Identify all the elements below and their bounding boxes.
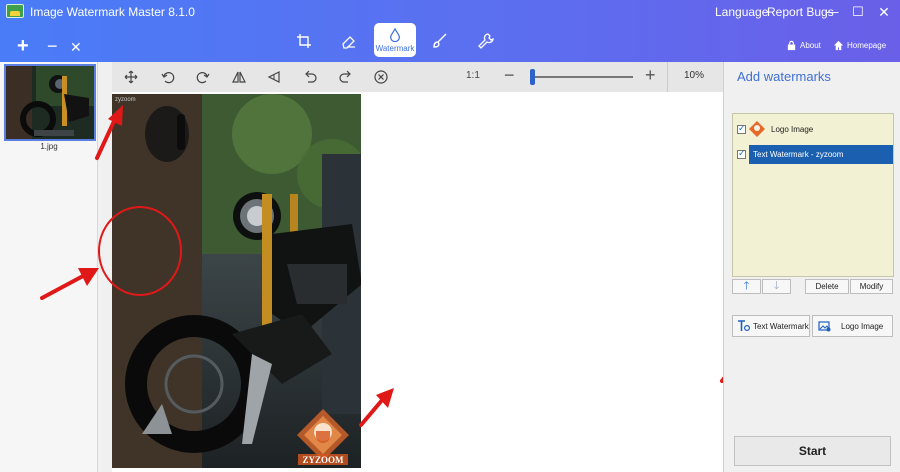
watermark-list[interactable]: Logo Image Text Watermark - zyzoom xyxy=(732,113,894,277)
flip-vertical-button[interactable] xyxy=(264,67,284,87)
zoom-out-button[interactable]: − xyxy=(504,65,515,86)
tab-brush[interactable] xyxy=(425,26,455,56)
brush-icon xyxy=(433,33,447,48)
redo-icon xyxy=(339,70,351,83)
homepage-link[interactable]: Homepage xyxy=(833,40,886,51)
droplet-icon xyxy=(390,27,400,42)
tab-watermark-label: Watermark xyxy=(375,43,415,53)
zyzoom-logo-picture: ZYZOOM xyxy=(297,409,349,465)
app-window: Image Watermark Master 8.1.0 Language Re… xyxy=(0,0,900,472)
undo-icon xyxy=(305,70,317,83)
flip-horizontal-icon xyxy=(232,71,246,83)
rotate-left-button[interactable] xyxy=(158,67,178,87)
language-menu[interactable]: Language xyxy=(715,5,768,19)
home-icon xyxy=(833,40,844,51)
reset-button[interactable] xyxy=(371,67,391,87)
thumbnail-image[interactable] xyxy=(4,64,96,141)
wrench-icon xyxy=(478,33,494,49)
move-up-button[interactable]: 🡑 xyxy=(732,279,761,294)
add-image-icon[interactable]: + xyxy=(17,36,29,56)
move-tool-button[interactable] xyxy=(121,67,141,87)
thumbnail-filename: 1.jpg xyxy=(40,142,58,151)
panel-title: Add watermarks xyxy=(737,69,831,84)
tab-crop[interactable] xyxy=(289,26,319,56)
crop-icon xyxy=(297,34,311,48)
logo-checkbox[interactable] xyxy=(737,123,746,134)
logo-watermark-overlay[interactable]: ZYZOOM xyxy=(295,407,351,467)
zoom-in-button[interactable]: + xyxy=(645,65,656,86)
annotation-red-circle xyxy=(98,206,182,296)
about-label: About xyxy=(800,41,821,50)
app-title: Image Watermark Master 8.1.0 xyxy=(30,5,195,19)
logo-image-button-label: Logo Image xyxy=(841,321,884,331)
zoom-slider-track[interactable] xyxy=(533,76,633,78)
start-button[interactable]: Start xyxy=(734,436,891,466)
tab-watermark[interactable]: Watermark xyxy=(374,23,416,57)
logo-watermark-text: ZYZOOM xyxy=(302,455,344,465)
watermark-list-item-logo[interactable]: Logo Image xyxy=(735,116,893,142)
watermark-list-item-label: Text Watermark - zyzoom xyxy=(749,144,893,164)
clear-images-icon[interactable]: ✕ xyxy=(70,38,82,56)
modify-button[interactable]: Modify xyxy=(850,279,893,294)
tab-tools[interactable] xyxy=(471,26,501,56)
delete-button[interactable]: Delete xyxy=(805,279,849,294)
move-icon xyxy=(124,70,138,84)
text-watermark-button-label: Text Watermark xyxy=(753,321,809,331)
lock-icon xyxy=(787,40,796,51)
title-bar: Image Watermark Master 8.1.0 Language Re… xyxy=(0,0,900,62)
watermark-list-item-label: Logo Image xyxy=(771,124,814,134)
image-icon xyxy=(818,321,831,332)
cancel-circle-icon xyxy=(374,70,388,84)
tab-eraser[interactable] xyxy=(334,26,364,56)
flip-vertical-icon xyxy=(267,71,280,83)
motorcycle-thumbnail-picture xyxy=(6,66,94,139)
eraser-icon xyxy=(342,36,355,49)
logo-thumbnail-icon xyxy=(749,121,765,137)
close-window-icon[interactable]: ✕ xyxy=(875,3,893,21)
add-logo-image-button[interactable]: Logo Image xyxy=(812,315,893,337)
toolbar-divider xyxy=(667,62,668,92)
rotate-right-button[interactable] xyxy=(193,67,213,87)
redo-button[interactable] xyxy=(336,67,356,87)
about-link[interactable]: About xyxy=(786,40,821,51)
remove-image-icon[interactable]: − xyxy=(47,36,58,56)
undo-button[interactable] xyxy=(300,67,320,87)
zoom-actual-size-button[interactable]: 1:1 xyxy=(466,70,480,81)
app-logo-icon xyxy=(6,4,24,18)
annotation-arrow-logo xyxy=(359,388,394,427)
move-down-button[interactable]: 🡓 xyxy=(762,279,791,294)
flip-horizontal-button[interactable] xyxy=(229,67,249,87)
annotation-arrow-text-watermark xyxy=(95,105,123,160)
zoom-slider-handle[interactable] xyxy=(530,69,535,85)
image-canvas[interactable]: zyzoom ZYZOOM xyxy=(98,92,723,472)
add-text-watermark-button[interactable]: Text Watermark xyxy=(732,315,810,337)
text-watermark-checkbox[interactable] xyxy=(737,148,746,159)
canvas-toolbar: 1:1 − + 10% xyxy=(112,62,723,92)
rotate-right-icon xyxy=(196,72,210,84)
maximize-window-icon[interactable]: ☐ xyxy=(849,3,867,21)
watermark-list-item-text[interactable]: Text Watermark - zyzoom xyxy=(733,143,893,165)
minimize-window-icon[interactable]: — xyxy=(823,3,841,21)
rotate-left-icon xyxy=(161,72,175,84)
watermark-panel: Add watermarks Logo Image Text Watermark… xyxy=(723,62,900,472)
annotation-arrow-circle xyxy=(40,268,99,300)
homepage-label: Homepage xyxy=(847,41,887,50)
text-watermark-icon xyxy=(738,320,750,331)
arrow-down-icon: 🡓 xyxy=(773,280,780,292)
arrow-up-icon: 🡑 xyxy=(743,280,750,292)
zoom-percentage: 10% xyxy=(684,70,705,81)
